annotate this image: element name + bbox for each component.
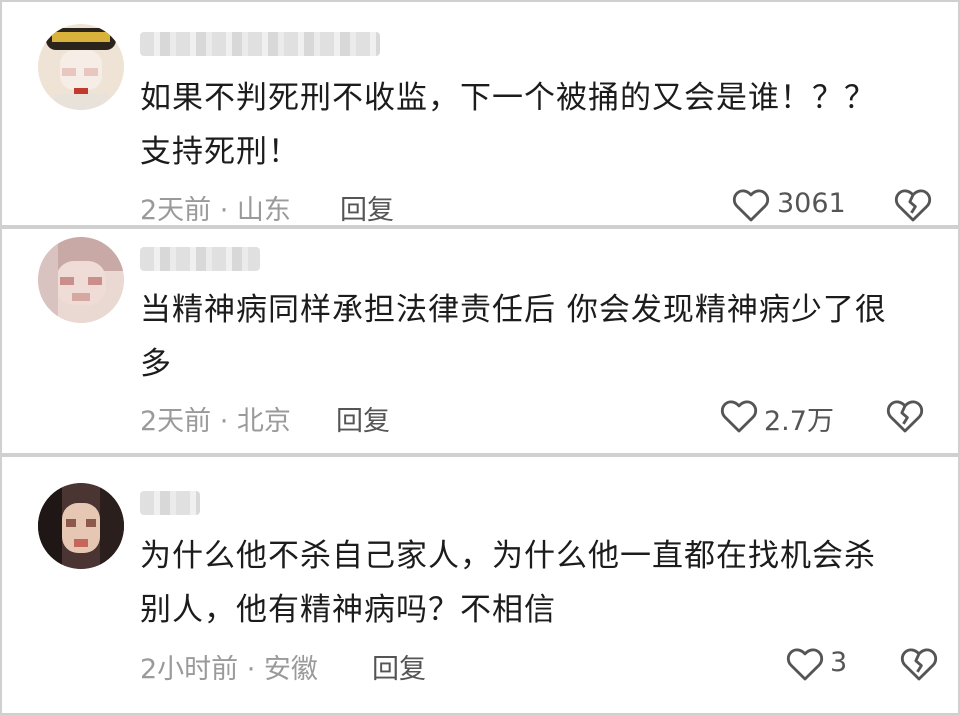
comment-text-line: 当精神病同样承担法律责任后 你会发现精神病少了很 bbox=[140, 292, 887, 328]
username-blurred[interactable] bbox=[140, 247, 260, 271]
avatar[interactable] bbox=[38, 237, 124, 323]
reply-button[interactable]: 回复 bbox=[340, 188, 394, 227]
username-blurred[interactable] bbox=[140, 32, 380, 56]
comment-meta: 2小时前 · 安徽 bbox=[140, 654, 318, 685]
reply-button[interactable]: 回复 bbox=[336, 399, 390, 438]
like-count: 3061 bbox=[777, 188, 846, 219]
comment-text-line: 如果不判死刑不收监，下一个被捅的又会是谁！？？ bbox=[140, 80, 876, 116]
comment-card: 为什么他不杀自己家人，为什么他一直都在找机会杀 别人，他有精神病吗？不相信 2小… bbox=[2, 457, 958, 713]
comment-list: 如果不判死刑不收监，下一个被捅的又会是谁！？？ 支持死刑！ 2天前 · 山东 回… bbox=[0, 0, 960, 715]
comment-text-line: 别人，他有精神病吗？不相信 bbox=[140, 592, 556, 628]
avatar[interactable] bbox=[38, 24, 124, 110]
comment-text-line: 为什么他不杀自己家人，为什么他一直都在找机会杀 bbox=[140, 538, 876, 574]
broken-heart-icon[interactable] bbox=[894, 187, 932, 223]
comment-text: 当精神病同样承担法律责任后 你会发现精神病少了很 多 bbox=[140, 283, 928, 391]
heart-outline-icon[interactable] bbox=[786, 646, 824, 682]
username-blurred[interactable] bbox=[140, 491, 200, 515]
comment-meta: 2天前 · 北京 bbox=[140, 406, 291, 437]
comment-text-line: 多 bbox=[140, 346, 172, 382]
comment-card: 如果不判死刑不收监，下一个被捅的又会是谁！？？ 支持死刑！ 2天前 · 山东 回… bbox=[2, 2, 958, 227]
comment-text: 如果不判死刑不收监，下一个被捅的又会是谁！？？ 支持死刑！ bbox=[140, 71, 928, 179]
comment-meta: 2天前 · 山东 bbox=[140, 195, 291, 226]
broken-heart-icon[interactable] bbox=[886, 398, 924, 434]
like-count: 2.7万 bbox=[764, 406, 834, 437]
comment-text: 为什么他不杀自己家人，为什么他一直都在找机会杀 别人，他有精神病吗？不相信 bbox=[140, 529, 928, 637]
avatar[interactable] bbox=[38, 483, 124, 569]
broken-heart-icon[interactable] bbox=[900, 646, 938, 682]
like-count: 3 bbox=[830, 647, 848, 678]
heart-outline-icon[interactable] bbox=[720, 398, 758, 434]
reply-button[interactable]: 回复 bbox=[372, 647, 426, 686]
heart-outline-icon[interactable] bbox=[732, 187, 770, 223]
comment-card: 当精神病同样承担法律责任后 你会发现精神病少了很 多 2天前 · 北京 回复 2… bbox=[2, 229, 958, 453]
comment-text-line: 支持死刑！ bbox=[140, 134, 300, 170]
